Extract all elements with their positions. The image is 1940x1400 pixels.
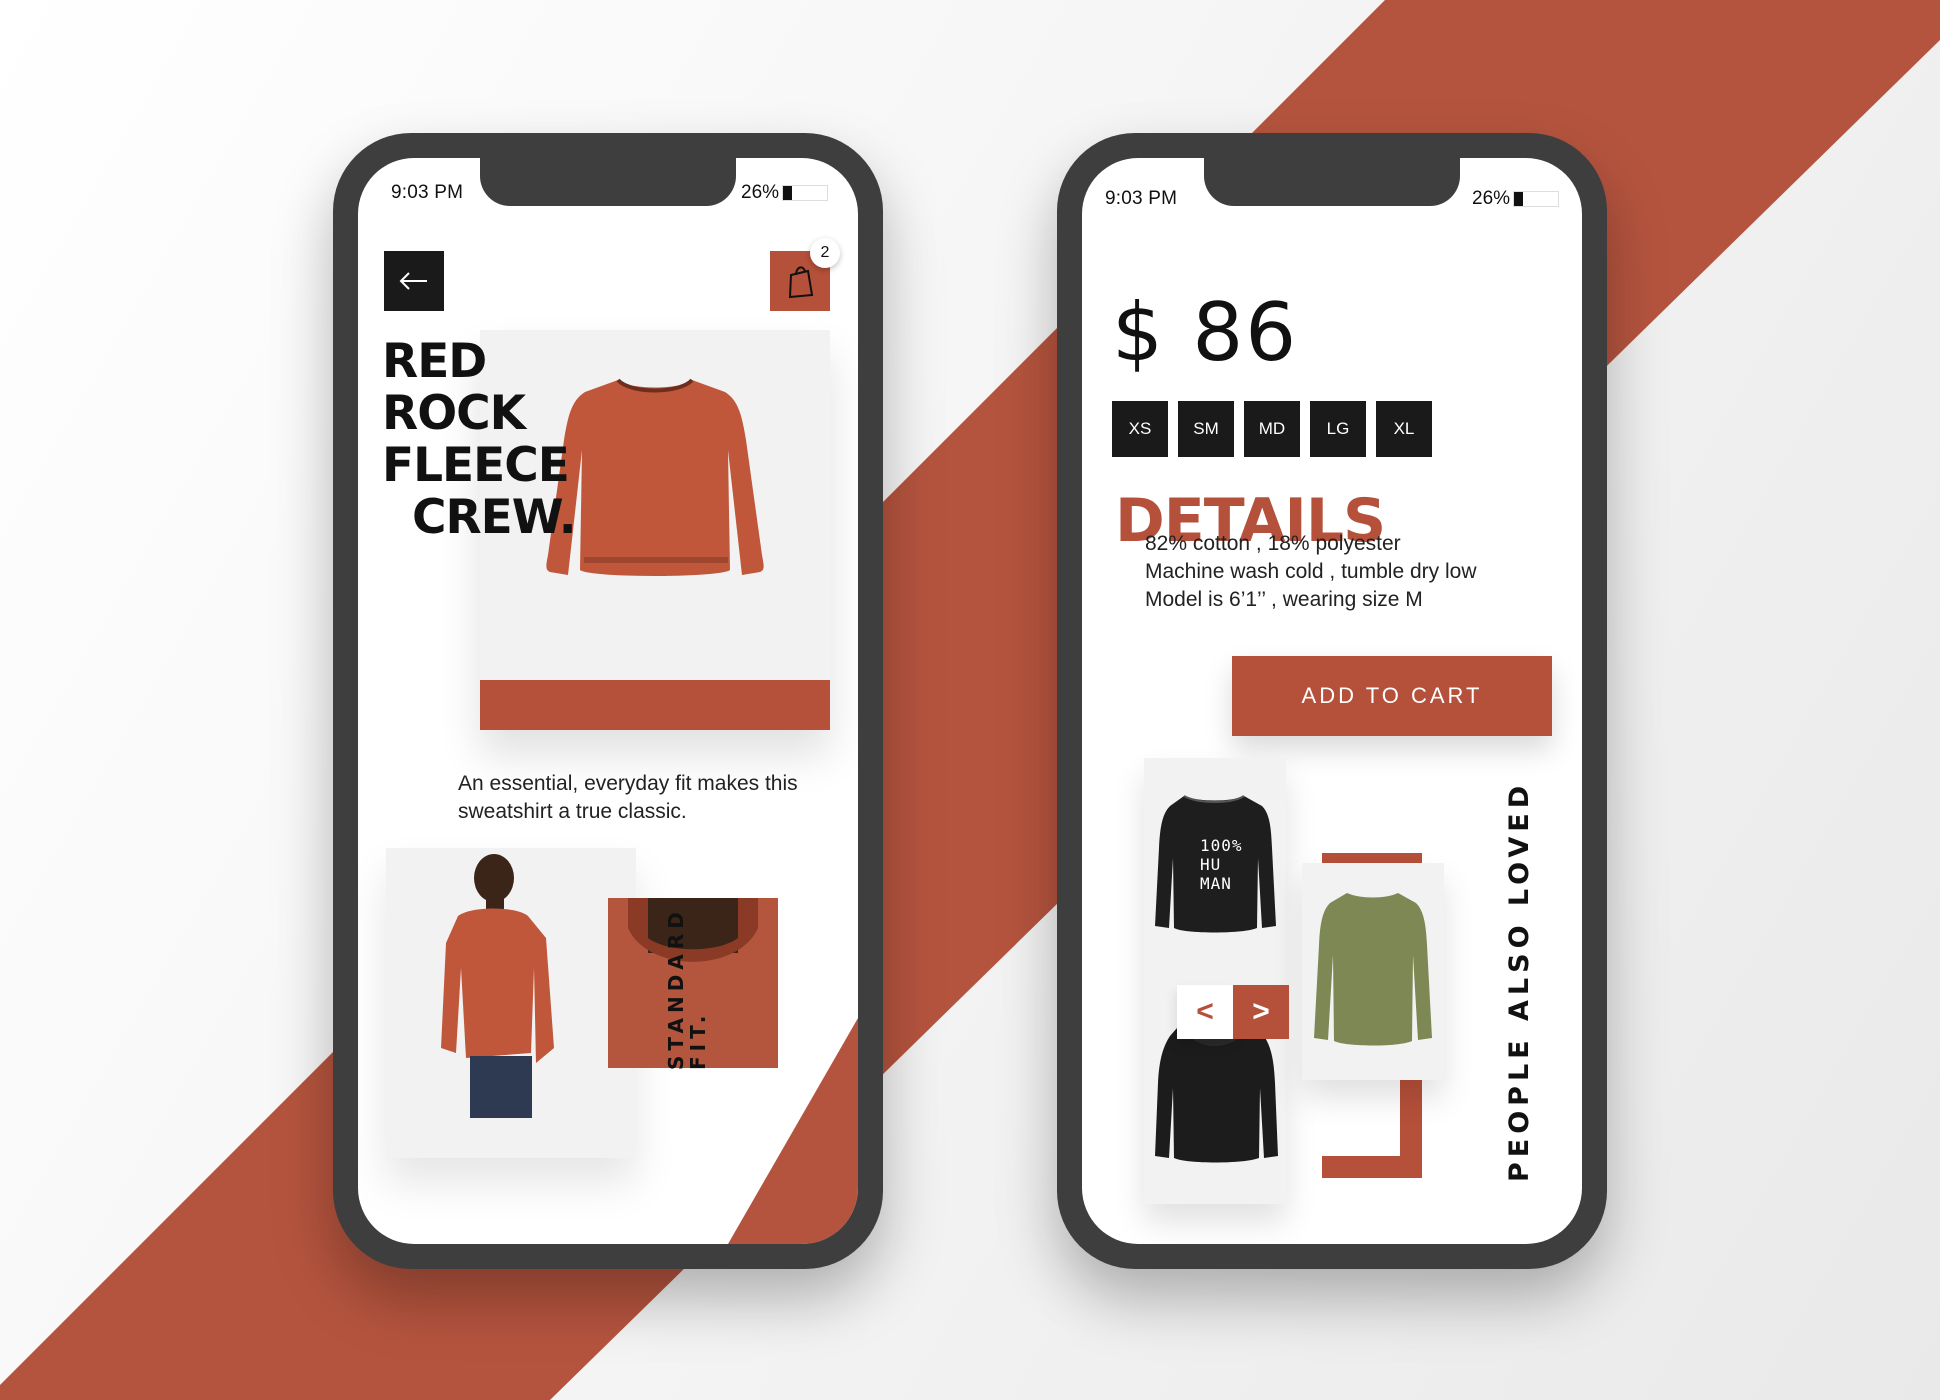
model-back-photo xyxy=(386,848,636,1158)
background-diagonal-band xyxy=(0,0,1940,1400)
left-phone: 9:03 PM 26% 2 RED ROCK FLEECE CREW. An e… xyxy=(333,133,883,1269)
cart-count-badge: 2 xyxy=(810,238,840,268)
details-screen: 9:03 PM 26% $ 86 XS SM MD LG XL DETAILS … xyxy=(1082,158,1582,1244)
status-time: 9:03 PM xyxy=(1105,188,1178,209)
add-to-cart-button[interactable]: ADD TO CART xyxy=(1232,656,1552,736)
detail-item: 82% cotton , 18% polyester xyxy=(1145,532,1401,555)
battery-status: 26% xyxy=(741,182,829,204)
arrow-left-icon xyxy=(399,272,427,290)
product-title-line-3: FLEECE xyxy=(382,438,570,493)
battery-percent: 26% xyxy=(741,182,780,203)
canvas: 9:03 PM 26% 2 RED ROCK FLEECE CREW. An e… xyxy=(0,0,1940,1400)
size-option-sm[interactable]: SM xyxy=(1178,401,1234,457)
details-list: 82% cotton , 18% polyester Machine wash … xyxy=(1145,530,1476,614)
product-title-line-2: ROCK xyxy=(382,386,526,441)
size-option-xl[interactable]: XL xyxy=(1376,401,1432,457)
size-option-md[interactable]: MD xyxy=(1244,401,1300,457)
detail-item: Machine wash cold , tumble dry low xyxy=(1145,560,1477,583)
battery-percent: 26% xyxy=(1472,188,1511,209)
product-title-line-4: CREW. xyxy=(412,490,577,545)
olive-sweatshirt-image xyxy=(1314,893,1432,1046)
size-option-lg[interactable]: LG xyxy=(1310,401,1366,457)
related-card-olive[interactable] xyxy=(1302,863,1444,1080)
related-card-column: 100% HU MAN xyxy=(1144,758,1286,1204)
size-selector: XS SM MD LG XL xyxy=(1112,401,1442,457)
status-time: 9:03 PM xyxy=(391,182,464,203)
fit-label: STANDARD FIT. xyxy=(664,907,710,1070)
related-heading: PEOPLE ALSO LOVED xyxy=(1504,780,1535,1182)
notch xyxy=(1204,158,1460,206)
shopping-bag-icon xyxy=(788,266,814,299)
back-button[interactable] xyxy=(384,251,444,311)
product-price: $ 86 xyxy=(1112,286,1299,379)
right-phone: 9:03 PM 26% $ 86 XS SM MD LG XL DETAILS … xyxy=(1057,133,1607,1269)
carousel-next-button[interactable]: > xyxy=(1233,985,1289,1039)
battery-icon xyxy=(1513,191,1560,207)
notch xyxy=(480,158,736,206)
sweatshirt-print-text: 100% HU MAN xyxy=(1200,836,1243,893)
fit-label-line-1: STANDARD xyxy=(664,907,688,1070)
product-screen: 9:03 PM 26% 2 RED ROCK FLEECE CREW. An e… xyxy=(358,158,858,1244)
model-image xyxy=(441,854,554,1118)
fit-label-line-2: FIT. xyxy=(686,1010,710,1070)
related-products-images xyxy=(1155,795,1278,1163)
battery-icon xyxy=(782,185,829,201)
product-description: An essential, everyday fit makes this sw… xyxy=(458,772,798,823)
hero-accent-bar xyxy=(480,680,830,730)
battery-status: 26% xyxy=(1472,188,1560,210)
detail-item: Model is 6’1’’ , wearing size M xyxy=(1145,588,1423,611)
carousel-prev-button[interactable]: < xyxy=(1177,985,1233,1039)
product-title-line-1: RED xyxy=(382,334,487,389)
size-option-xs[interactable]: XS xyxy=(1112,401,1168,457)
